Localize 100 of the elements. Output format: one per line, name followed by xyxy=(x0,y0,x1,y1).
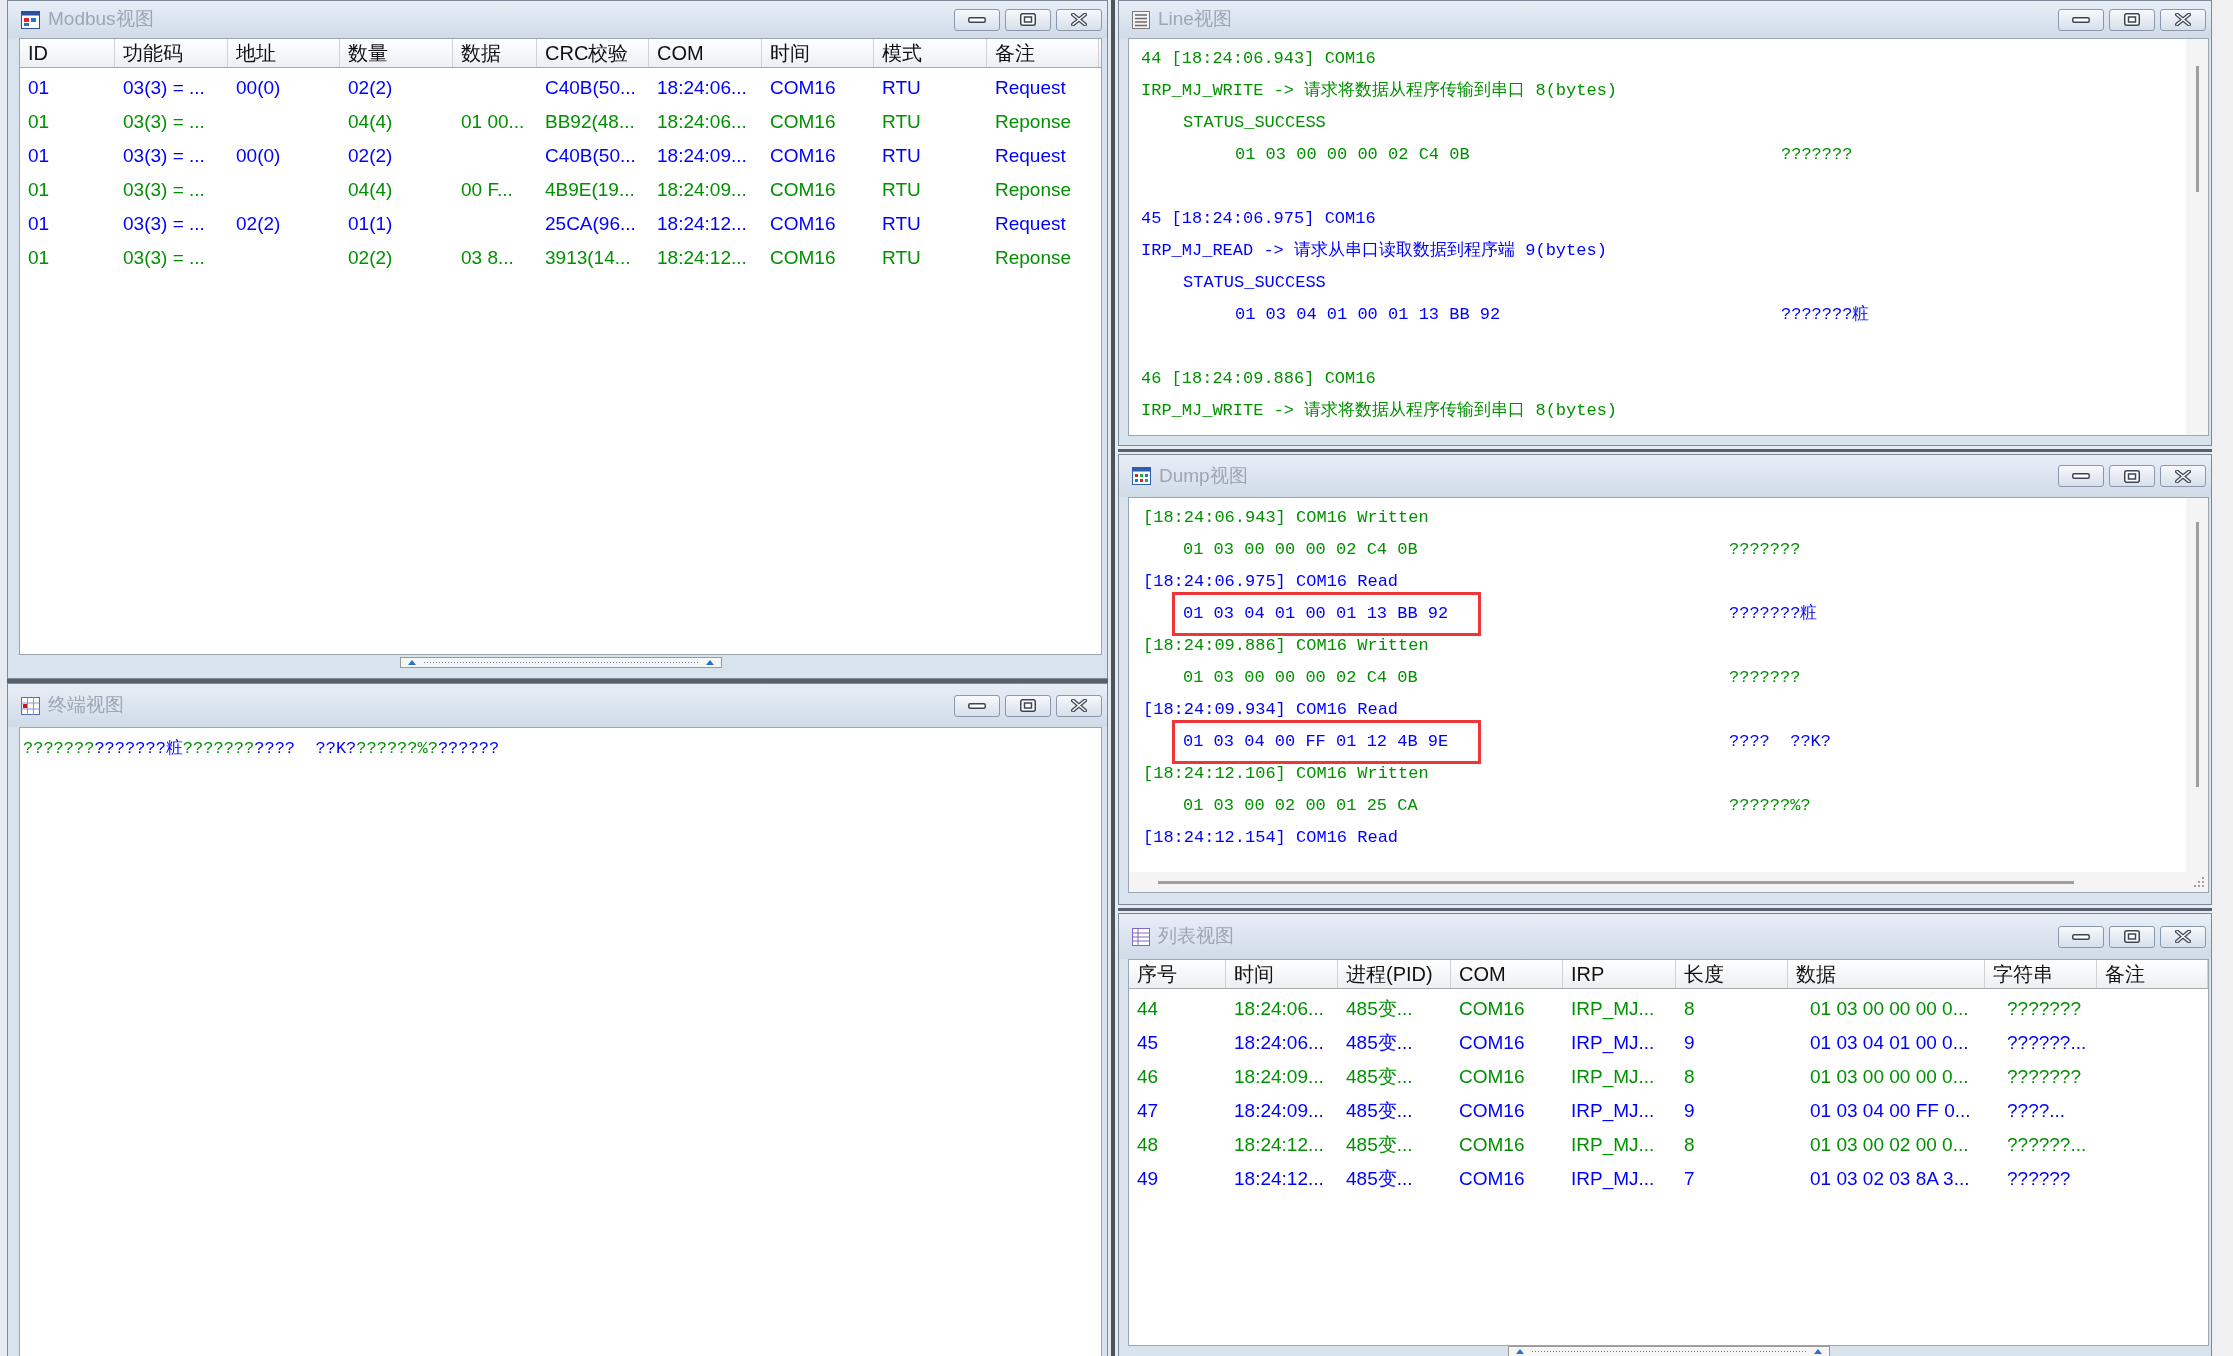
column-header[interactable]: 功能码 xyxy=(115,39,228,67)
table-cell-text: IRP_MJ... xyxy=(1570,1098,1656,1124)
column-header[interactable]: CRC校验 xyxy=(537,39,649,67)
table-cell-text: COM16 xyxy=(769,109,837,134)
column-header[interactable]: 备注 xyxy=(2097,960,2208,988)
request-line: IRP_MJ_READ -> 请求从串口读取数据到程序端 9(bytes) xyxy=(1141,239,1607,263)
table-cell-text: C40B(50... xyxy=(544,75,637,100)
close-button[interactable] xyxy=(2160,465,2206,487)
column-header[interactable]: 数据 xyxy=(1788,960,1985,988)
resize-grip-icon[interactable] xyxy=(2193,876,2205,888)
table-cell-text: ????... xyxy=(2006,1098,2067,1123)
table-cell-text: C40B(50... xyxy=(544,143,637,168)
close-button[interactable] xyxy=(1056,694,1102,717)
terminal-output: ??????????????粧??????????? ??K???????%??????? xyxy=(23,739,500,759)
table-cell-text: RTU xyxy=(881,245,922,270)
table-cell-text: 18:24:06... xyxy=(1233,1030,1325,1055)
log-entry-header: 46 [18:24:09.886] COM16 xyxy=(1141,368,1376,391)
restore-button[interactable] xyxy=(2109,465,2155,487)
minimize-button[interactable] xyxy=(2058,465,2104,487)
restore-button[interactable] xyxy=(2109,925,2155,948)
minimize-button[interactable] xyxy=(2058,925,2104,948)
scroll-handle[interactable] xyxy=(399,657,722,668)
restore-button[interactable] xyxy=(2109,8,2155,31)
column-header[interactable]: 时间 xyxy=(1226,960,1338,988)
close-button[interactable] xyxy=(2160,925,2206,948)
minimize-icon xyxy=(2072,473,2090,479)
table-cell-text: 00 F... xyxy=(460,177,514,202)
column-header[interactable]: 长度 xyxy=(1676,960,1788,988)
minimize-button[interactable] xyxy=(2058,8,2104,31)
log-entry-header: [18:24:12.106] COM16 Written xyxy=(1143,763,1429,786)
column-header[interactable]: 数量 xyxy=(340,39,453,67)
column-header[interactable]: ID xyxy=(20,39,115,67)
table-cell-text: 02(2) xyxy=(347,143,394,168)
table-cell-text: 49 xyxy=(1136,1166,1160,1191)
minimize-icon xyxy=(2072,933,2090,940)
scroll-handle[interactable] xyxy=(1507,1346,1830,1356)
restore-button[interactable] xyxy=(1005,8,1051,31)
table-cell-text: 18:24:06... xyxy=(656,75,748,100)
table-cell-text: COM16 xyxy=(1458,1132,1526,1157)
table-cell-text: 03(3) = ... xyxy=(122,143,206,168)
table-cell-text: 485变... xyxy=(1345,996,1414,1021)
table-cell-text: 8 xyxy=(1683,1064,1696,1089)
restore-icon xyxy=(1020,699,1036,712)
column-header[interactable]: 数据 xyxy=(453,39,537,67)
table-cell-text: 01 xyxy=(27,75,51,100)
column-header[interactable]: 模式 xyxy=(874,39,987,67)
table-cell-text: 485变... xyxy=(1345,1030,1414,1055)
restore-button[interactable] xyxy=(1005,694,1051,717)
window-title: Line视图 xyxy=(1158,7,1232,32)
table-cell-text: RTU xyxy=(881,177,922,202)
column-header[interactable]: 进程(PID) xyxy=(1338,960,1451,988)
scrollbar-thumb[interactable] xyxy=(2195,66,2199,192)
table-cell-text: 01 xyxy=(27,143,51,168)
close-button[interactable] xyxy=(2160,8,2206,31)
column-header[interactable]: 备注 xyxy=(987,39,1099,67)
grid-icon xyxy=(21,696,40,715)
table-cell-text: ??????... xyxy=(2006,1030,2088,1055)
request-line: IRP_MJ_WRITE -> 请求将数据从程序传输到串口 8(bytes) xyxy=(1141,79,1618,103)
hex-bytes: 01 03 04 01 00 01 13 BB 92 xyxy=(1183,603,1449,626)
column-header[interactable]: COM xyxy=(1451,960,1563,988)
table-cell-text: COM16 xyxy=(769,177,837,202)
table-cell-text: RTU xyxy=(881,75,922,100)
table-cell-text: 01 00... xyxy=(460,109,526,134)
hex-bytes: 01 03 04 01 00 01 13 BB 92 xyxy=(1235,305,1501,325)
window-title: Dump视图 xyxy=(1159,463,1248,488)
table-cell-text: 00(0) xyxy=(235,75,282,100)
table-cell-text: 485变... xyxy=(1345,1132,1414,1157)
ascii-text: ???????粧 xyxy=(1729,603,1818,626)
table-cell-text: ??????? xyxy=(2006,1064,2082,1089)
table-cell-text: Request xyxy=(994,143,1067,168)
table-cell-text: 3913(14... xyxy=(544,245,632,270)
table-cell-text: 44 xyxy=(1136,996,1160,1021)
table-cell-text: 00(0) xyxy=(235,143,282,168)
table-cell-text: ?????? xyxy=(2006,1166,2072,1191)
table-cell-text: 18:24:09... xyxy=(1233,1098,1325,1123)
hex-bytes: 01 03 00 00 00 02 C4 0B xyxy=(1183,668,1418,688)
restore-icon xyxy=(2124,469,2140,483)
table-cell-text: 04(4) xyxy=(347,109,394,134)
table-cell-text: RTU xyxy=(881,211,922,236)
table-cell-text: 485变... xyxy=(1345,1098,1414,1123)
scrollbar-thumb[interactable] xyxy=(2195,522,2199,787)
table-cell-text: RTU xyxy=(881,109,922,134)
table-cell-text: 8 xyxy=(1683,1132,1696,1157)
column-header[interactable]: 字符串 xyxy=(1985,960,2097,988)
column-header[interactable]: COM xyxy=(649,39,762,67)
close-button[interactable] xyxy=(1056,8,1102,31)
table-cell-text: COM16 xyxy=(769,143,837,168)
log-entry-header: [18:24:12.154] COM16 Read xyxy=(1143,827,1399,850)
table-cell-text: Request xyxy=(994,75,1067,100)
column-header[interactable]: 时间 xyxy=(762,39,874,67)
table-cell-text: RTU xyxy=(881,143,922,168)
column-header[interactable]: IRP xyxy=(1563,960,1676,988)
scrollbar-thumb[interactable] xyxy=(1158,880,2074,884)
log-entry-header: 45 [18:24:06.975] COM16 xyxy=(1141,208,1376,231)
column-header[interactable]: 地址 xyxy=(228,39,340,67)
minimize-button[interactable] xyxy=(954,8,1000,31)
table-cell-text: 01 03 00 00 00 0... xyxy=(1809,996,1970,1021)
minimize-button[interactable] xyxy=(954,694,1000,717)
table-cell-text: 18:24:12... xyxy=(1233,1166,1325,1191)
column-header[interactable]: 序号 xyxy=(1129,960,1226,988)
